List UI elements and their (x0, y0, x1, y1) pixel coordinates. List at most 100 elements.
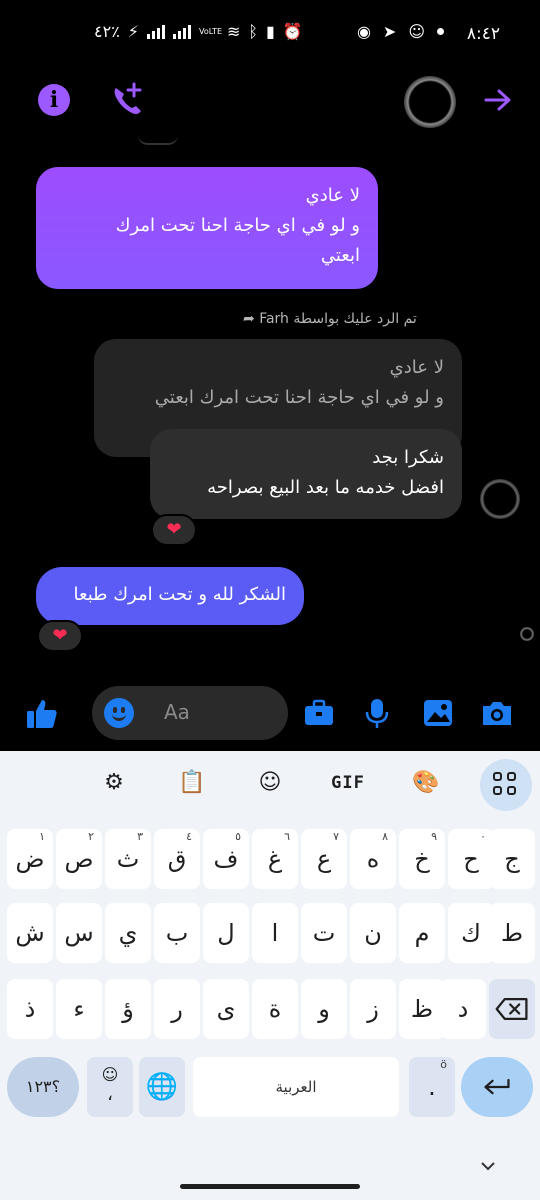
key[interactable]: ظ (399, 979, 445, 1039)
backspace-key[interactable] (489, 979, 535, 1039)
key[interactable]: ك (448, 903, 494, 963)
symbols-key[interactable]: ؟١٢٣ (7, 1057, 79, 1117)
key[interactable]: ل (203, 903, 249, 963)
key[interactable]: ض١ (7, 829, 53, 889)
key[interactable]: ط (489, 903, 535, 963)
key-label: ل (217, 919, 235, 947)
globe-icon[interactable]: 🌐 (139, 1057, 185, 1117)
key[interactable]: م (399, 903, 445, 963)
space-key[interactable]: العربية (193, 1057, 399, 1117)
add-call-icon[interactable] (108, 80, 148, 120)
period-hint: ö (440, 1058, 447, 1071)
key-hint: ٧ (333, 830, 339, 843)
key[interactable]: د (440, 979, 486, 1039)
key-label: ة (268, 995, 282, 1023)
key[interactable]: س (56, 903, 102, 963)
key-label: ط (500, 919, 524, 947)
info-icon[interactable]: i (38, 84, 70, 116)
signal-icon-2 (173, 24, 192, 39)
quoted-line: و لو في اي حاجة احنا تحت امرك ابعتي (154, 387, 444, 408)
gallery-icon[interactable] (421, 696, 455, 730)
key[interactable]: ع٧ (301, 829, 347, 889)
sticker-icon[interactable]: ☺ (250, 763, 290, 803)
key-hint: ٠ (480, 830, 486, 843)
key[interactable]: ز (350, 979, 396, 1039)
clipboard-icon[interactable]: 📋 (172, 763, 212, 803)
hide-keyboard-chevron-icon[interactable] (480, 1158, 496, 1174)
key[interactable]: ب (154, 903, 200, 963)
key-hint: ١ (39, 830, 45, 843)
key[interactable]: ي (105, 903, 151, 963)
key-label: ث (116, 845, 140, 873)
key-label: ص (64, 845, 94, 873)
microphone-icon[interactable] (360, 696, 394, 730)
heart-reaction[interactable]: ❤ (151, 514, 197, 546)
key-label: خ (414, 845, 430, 873)
quoted-line: لا عادي (389, 357, 444, 378)
contact-avatar[interactable] (404, 76, 456, 128)
camera-icon[interactable] (480, 696, 514, 730)
key[interactable]: ث٣ (105, 829, 151, 889)
key-label: ظ (410, 995, 434, 1023)
emoji-comma-key[interactable]: ☺ ، (87, 1057, 133, 1117)
clock: ٨:٤٢ (466, 24, 500, 44)
key[interactable]: ج (489, 829, 535, 889)
enter-arrow-icon (484, 1078, 510, 1095)
signal-icon (147, 24, 166, 39)
enter-key[interactable] (461, 1057, 533, 1117)
key-label: ء (73, 995, 85, 1023)
volte-icon: VoLTE (199, 27, 223, 36)
message-line: افضل خدمه ما بعد البيع بصراحه (207, 477, 444, 498)
key[interactable]: ت (301, 903, 347, 963)
key[interactable]: ف٥ (203, 829, 249, 889)
key-label: م (414, 919, 430, 947)
key[interactable]: ح٠ (448, 829, 494, 889)
key[interactable]: ؤ (105, 979, 151, 1039)
key[interactable]: ر (154, 979, 200, 1039)
key[interactable]: ق٤ (154, 829, 200, 889)
message-input[interactable]: Aa (92, 686, 288, 740)
emoji-icon[interactable] (104, 698, 134, 728)
message-bubble-sent[interactable]: لا عادي و لو في اي حاجة احنا تحت امرك اب… (36, 167, 378, 289)
settings-gear-icon[interactable]: ⚙ (94, 763, 134, 803)
heart-reaction[interactable]: ❤ (37, 620, 83, 652)
reply-label: تم الرد عليك بواسطة Farh ➦ (243, 311, 417, 327)
key[interactable]: ه٨ (350, 829, 396, 889)
key-label: ق (167, 845, 187, 873)
key[interactable]: خ٩ (399, 829, 445, 889)
key-label: ا (271, 919, 279, 947)
key[interactable]: ن (350, 903, 396, 963)
thumbs-up-icon[interactable] (24, 696, 60, 732)
key[interactable]: ص٢ (56, 829, 102, 889)
period-key[interactable]: . ö (409, 1057, 455, 1117)
key-hint: ٥ (235, 830, 241, 843)
key-hint: ٣ (137, 830, 143, 843)
key-label: ذ (24, 995, 36, 1023)
battery-percent: ٤٢٪ (94, 22, 120, 41)
key-label: ي (118, 919, 138, 947)
previous-message-edge (138, 135, 178, 145)
key-hint: ٨ (382, 830, 388, 843)
message-bubble-received[interactable]: شكرا بجد افضل خدمه ما بعد البيع بصراحه (150, 429, 462, 519)
key[interactable]: ذ (7, 979, 53, 1039)
apps-grid-icon[interactable] (480, 759, 532, 811)
key[interactable]: ى (203, 979, 249, 1039)
key-hint: ٩ (431, 830, 437, 843)
key-label: ؤ (122, 995, 134, 1023)
briefcase-icon[interactable] (302, 696, 336, 730)
palette-icon[interactable]: 🎨 (406, 763, 446, 803)
key-label: ح (463, 845, 479, 873)
key[interactable]: غ٦ (252, 829, 298, 889)
home-indicator[interactable] (180, 1184, 360, 1189)
key[interactable]: ة (252, 979, 298, 1039)
key[interactable]: ش (7, 903, 53, 963)
message-bubble-sent[interactable]: الشكر لله و تحت امرك طبعا (36, 567, 304, 625)
gif-button[interactable]: GIF (328, 763, 368, 803)
key[interactable]: و (301, 979, 347, 1039)
key-label: و (318, 995, 330, 1023)
arrow-right-icon[interactable] (482, 84, 514, 116)
period-label: . (428, 1073, 436, 1101)
status-bar: ٤٢٪ ⚡ VoLTE ≋ ᛒ ▮ ⏰ ◉ ➤ ☺ ٨:٤٢ (0, 0, 540, 72)
key[interactable]: ء (56, 979, 102, 1039)
key[interactable]: ا (252, 903, 298, 963)
